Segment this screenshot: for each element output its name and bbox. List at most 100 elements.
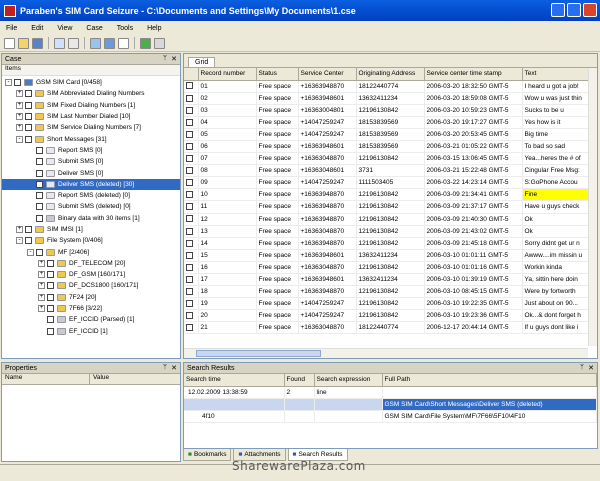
tree-item[interactable]: + SIM IMSI [1] [2,224,180,235]
row-checkbox[interactable] [186,155,193,162]
collapse-icon[interactable]: - [27,248,34,256]
tree-item[interactable]: EF_ICCID [1] [2,326,180,337]
tree-item[interactable]: Deliver SMS (deleted) [30] [2,178,180,190]
table-row[interactable]: 16 Free space +16363048870 12196130842 2006-… [184,261,588,275]
row-checkbox[interactable] [186,275,193,283]
search-result-row[interactable]: 4f10 GSM SIM Card\File System\MF\7F66\5F1… [184,410,597,423]
tree-checkbox[interactable] [25,226,32,233]
tree-item[interactable]: Deliver SMS [0] [2,167,180,178]
tree-checkbox[interactable] [47,282,54,290]
grid-column-header[interactable]: Status [256,68,299,81]
table-row[interactable]: 19 Free space +14047259247 12196130842 2006-… [184,297,588,311]
bookmark-icon[interactable] [104,37,115,49]
collapse-icon[interactable]: - [16,135,23,143]
save-icon[interactable] [32,37,43,49]
grid-column-header[interactable]: Text [522,68,588,81]
collapse-icon[interactable]: - [16,237,23,245]
tree-checkbox[interactable] [14,79,21,87]
properties-name-header[interactable]: Name [2,374,90,384]
pin-icon[interactable]: ᛘ [163,55,167,63]
search-column-header[interactable]: Found [284,374,315,387]
tree-item[interactable]: +7F24 [20] [2,292,180,303]
grid-column-header[interactable]: Service Center [298,68,357,81]
scroll-thumb[interactable] [196,350,321,357]
menu-file[interactable]: File [6,25,17,32]
grid-column-header[interactable]: Service center time stamp [424,68,523,81]
tree-item[interactable]: Binary data with 30 items [1] [2,213,180,224]
table-row[interactable]: 06 Free space +16363948601 18153839569 2006-… [184,140,588,154]
tree-item[interactable]: Report SMS [0] [2,145,180,156]
tab-grid[interactable]: Grid [188,57,216,67]
close-icon[interactable]: ✕ [171,55,177,63]
collapse-icon[interactable]: - [5,79,12,87]
table-row[interactable]: 01 Free space +16363948870 18122440774 2006-… [184,80,588,93]
tree-checkbox[interactable] [47,259,54,267]
tree-checkbox[interactable] [47,327,54,335]
search-result-row[interactable]: GSM SIM Card\Short Messages\Deliver SMS … [184,398,597,411]
tree-checkbox[interactable] [25,90,32,98]
row-checkbox[interactable] [186,263,193,271]
expand-icon[interactable]: + [16,124,23,132]
search-column-header[interactable]: Full Path [382,374,597,387]
tree-item[interactable]: - MF [2/406] [2,246,180,257]
row-checkbox[interactable] [186,94,193,102]
grid-horizontal-scrollbar[interactable] [184,348,588,358]
grid-column-header[interactable]: Originating Address [356,68,425,81]
add-evidence-icon[interactable] [54,37,65,49]
find-icon[interactable] [90,37,101,49]
table-row[interactable]: 15 Free space +16363948601 13632411234 2006-… [184,249,588,262]
minimize-button[interactable] [551,3,565,17]
row-checkbox[interactable] [186,106,193,114]
tree-checkbox[interactable] [25,101,32,109]
tree-item[interactable]: Submit SMS (deleted) [0] [2,201,180,212]
maximize-button[interactable] [567,3,581,17]
pin-icon[interactable]: ᛘ [580,364,584,372]
tree-item[interactable]: + DF_TELECOM [20] [2,258,180,269]
close-icon[interactable]: ✕ [171,364,177,372]
table-row[interactable]: 07 Free space +16363048870 12196130842 2006-… [184,152,588,166]
expand-icon[interactable]: + [38,282,45,290]
tree-item[interactable]: + SIM Last Number Dialed [10] [2,111,180,122]
tree-checkbox[interactable] [47,271,54,279]
menu-case[interactable]: Case [86,25,102,32]
row-checkbox[interactable] [186,130,193,138]
table-row[interactable]: 09 Free space +14047259247 1111503405 2006-0… [184,176,588,190]
expand-icon[interactable]: + [16,113,23,121]
menu-view[interactable]: View [57,25,72,32]
expand-icon[interactable]: + [38,305,45,313]
tree-item[interactable]: EF_ICCID (Parsed) [1] [2,314,180,325]
table-row[interactable]: 10 Free space +16363948870 12196130842 2006-… [184,188,588,202]
tree-checkbox[interactable] [25,237,32,245]
tree-checkbox[interactable] [36,203,43,211]
row-checkbox[interactable] [186,251,193,259]
row-checkbox[interactable] [186,288,193,296]
report-icon[interactable] [68,37,79,49]
row-checkbox[interactable] [186,312,193,320]
expand-icon[interactable]: + [16,90,23,98]
table-row[interactable]: 13 Free space +16363048870 12196130842 2006-… [184,225,588,238]
tree-checkbox[interactable] [25,124,32,132]
tree-item[interactable]: + DF_DCS1800 [160/171] [2,280,180,291]
table-row[interactable]: 05 Free space +14047259247 18153839569 2006-… [184,128,588,141]
menu-edit[interactable]: Edit [31,25,43,32]
tab-bookmarks[interactable]: ■ Bookmarks [183,449,232,461]
tree-checkbox[interactable] [36,146,43,154]
pin-icon[interactable]: ᛘ [163,364,167,372]
row-checkbox[interactable] [186,191,193,199]
tree-checkbox[interactable] [25,113,32,121]
table-row[interactable]: 11 Free space +16363948870 12196130842 2006-… [184,200,588,214]
close-icon[interactable]: ✕ [588,364,594,372]
properties-value-header[interactable]: Value [90,374,109,384]
menu-help[interactable]: Help [147,25,161,32]
tree-checkbox[interactable] [47,316,54,324]
expand-icon[interactable]: + [38,259,45,267]
row-checkbox[interactable] [186,300,193,308]
table-row[interactable]: 12 Free space +16363948870 12196130842 2006-… [184,213,588,226]
table-row[interactable]: 21 Free space +16363048870 18122440774 2006-… [184,321,588,335]
export-icon[interactable] [118,37,129,49]
row-checkbox[interactable] [186,142,193,150]
grid-column-header[interactable] [184,68,199,81]
row-checkbox[interactable] [186,239,193,247]
row-checkbox[interactable] [186,227,193,235]
tree-checkbox[interactable] [36,180,43,188]
